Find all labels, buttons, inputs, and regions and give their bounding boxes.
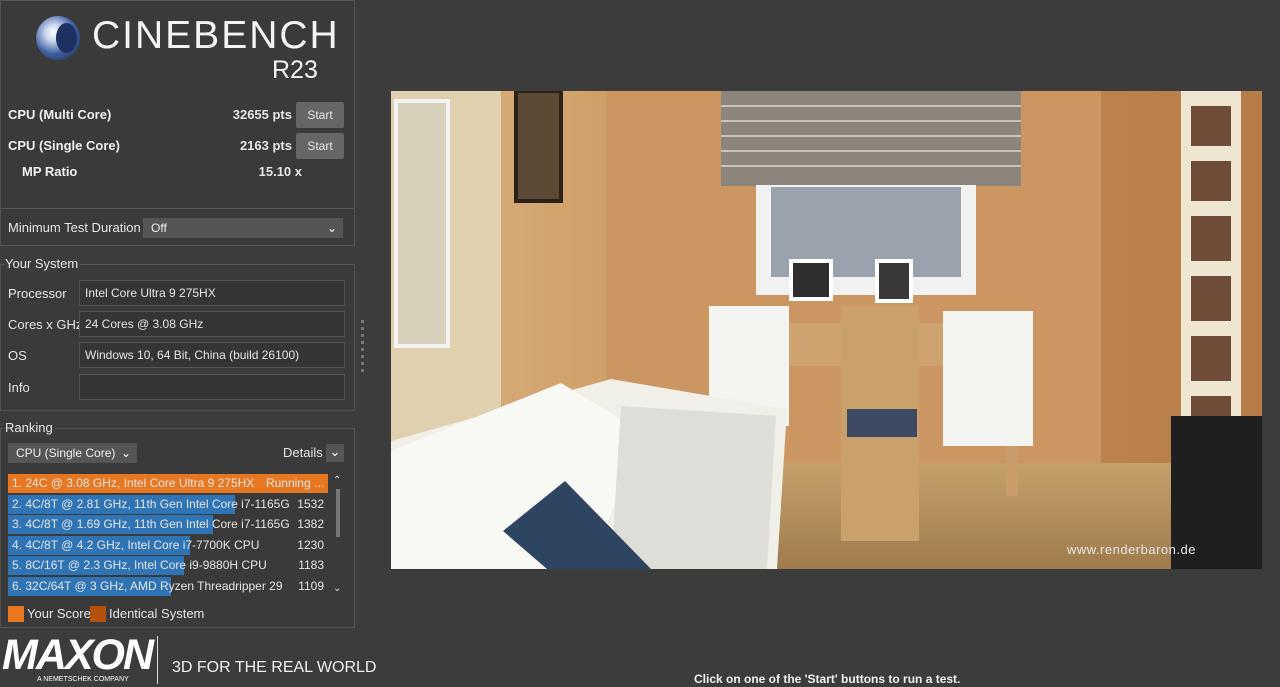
ranking-row-score: 1382 — [297, 517, 324, 531]
os-field[interactable]: Windows 10, 64 Bit, China (build 26100) — [79, 342, 345, 368]
ranking-scrollbar[interactable]: ⌃ ⌄ — [333, 475, 343, 601]
ranking-row[interactable]: 2. 4C/8T @ 2.81 GHz, 11th Gen Intel Core… — [8, 494, 328, 514]
ranking-row[interactable]: 5. 8C/16T @ 2.3 GHz, Intel Core i9-9880H… — [8, 556, 328, 575]
identical-system-swatch — [90, 606, 106, 622]
ranking-row[interactable]: 1. 24C @ 3.08 GHz, Intel Core Ultra 9 27… — [8, 474, 328, 493]
processor-field[interactable]: Intel Core Ultra 9 275HX — [79, 280, 345, 306]
ranking-category-value: CPU (Single Core) — [16, 446, 116, 460]
cinebench-logo-icon — [36, 16, 80, 60]
scroll-thumb[interactable] — [336, 489, 340, 537]
single-core-score: 2163 pts — [239, 138, 292, 153]
single-core-label: CPU (Single Core) — [8, 138, 120, 153]
ranking-row-text: 3. 4C/8T @ 1.69 GHz, 11th Gen Intel Core… — [12, 517, 290, 531]
details-label: Details — [283, 445, 323, 460]
ranking-row[interactable]: 3. 4C/8T @ 1.69 GHz, 11th Gen Intel Core… — [8, 515, 328, 534]
maxon-subtitle: A NEMETSCHEK COMPANY — [37, 676, 129, 683]
minimum-test-duration-label: Minimum Test Duration — [8, 220, 141, 235]
ranking-row-score: 1183 — [298, 558, 324, 572]
minimum-test-duration-select[interactable]: Off ⌄ — [143, 218, 343, 238]
mp-ratio-value: 15.10 x — [258, 164, 302, 179]
your-system-title: Your System — [5, 256, 81, 271]
details-toggle[interactable]: ⌄ — [326, 444, 344, 462]
cores-ghz-label: Cores x GHz — [8, 317, 83, 332]
info-field[interactable] — [79, 374, 345, 400]
ranking-row-text: 4. 4C/8T @ 4.2 GHz, Intel Core i7-7700K … — [12, 537, 260, 552]
tagline: 3D FOR THE REAL WORLD — [172, 659, 377, 676]
room-render-image — [391, 91, 1262, 569]
sidebar: CINEBENCH R23 CPU (Multi Core) 32655 pts… — [0, 0, 364, 687]
your-score-swatch — [8, 606, 24, 622]
scroll-up-icon[interactable]: ⌃ — [333, 475, 341, 486]
multi-core-label: CPU (Multi Core) — [8, 107, 112, 122]
ranking-row[interactable]: 4. 4C/8T @ 4.2 GHz, Intel Core i7-7700K … — [8, 535, 328, 555]
ranking-row-text: 1. 24C @ 3.08 GHz, Intel Core Ultra 9 27… — [12, 476, 255, 490]
maxon-logo: MAXON A NEMETSCHEK COMPANY — [0, 631, 154, 687]
mp-ratio-label: MP Ratio — [22, 164, 78, 179]
ranking-row-score: 1230 — [297, 537, 324, 552]
start-multi-core-button[interactable]: Start — [296, 102, 344, 128]
ranking-title: Ranking — [5, 420, 55, 435]
ranking-row-text: 5. 8C/16T @ 2.3 GHz, Intel Core i9-9880H… — [12, 558, 267, 572]
identical-system-label: Identical System — [109, 606, 205, 621]
status-message: Click on one of the 'Start' buttons to r… — [694, 672, 961, 686]
ranking-row-score: 1532 — [297, 496, 324, 511]
your-score-label: Your Score — [27, 606, 91, 621]
ranking-row-text: 6. 32C/64T @ 3 GHz, AMD Ryzen Threadripp… — [12, 578, 283, 593]
splitter-handle[interactable] — [361, 320, 364, 376]
multi-core-score: 32655 pts — [232, 107, 292, 122]
app-version: R23 — [272, 56, 318, 84]
chevron-down-icon: ⌄ — [326, 221, 337, 235]
scroll-down-icon[interactable]: ⌄ — [333, 583, 341, 594]
ranking-row-score: 1109 — [298, 578, 324, 593]
app-title: CINEBENCH — [92, 14, 340, 57]
processor-label: Processor — [8, 286, 67, 301]
chevron-down-icon: ⌄ — [120, 446, 131, 460]
render-preview: www.renderbaron.de — [391, 91, 1262, 569]
os-label: OS — [8, 348, 27, 363]
cores-ghz-field[interactable]: 24 Cores @ 3.08 GHz — [79, 311, 345, 337]
maxon-logo-text: MAXON — [2, 631, 154, 679]
minimum-test-duration-value: Off — [151, 221, 167, 235]
info-label: Info — [8, 380, 30, 395]
footer-separator — [157, 636, 158, 684]
ranking-category-select[interactable]: CPU (Single Core) ⌄ — [8, 443, 137, 463]
ranking-row[interactable]: 6. 32C/64T @ 3 GHz, AMD Ryzen Threadripp… — [8, 576, 328, 596]
ranking-row-text: 2. 4C/8T @ 2.81 GHz, 11th Gen Intel Core… — [12, 496, 290, 511]
divider — [0, 208, 355, 209]
ranking-row-score: Running ... — [265, 476, 324, 490]
start-single-core-button[interactable]: Start — [296, 133, 344, 159]
render-watermark: www.renderbaron.de — [1067, 542, 1196, 557]
